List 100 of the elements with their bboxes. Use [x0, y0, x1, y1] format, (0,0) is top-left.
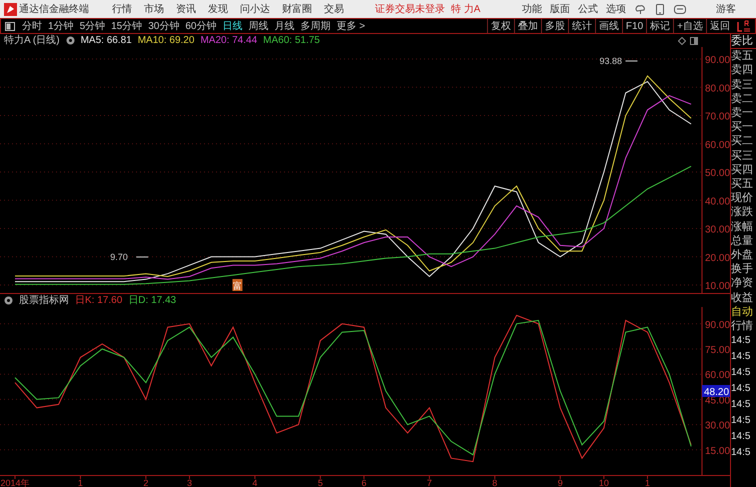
date-axis-label: 10 — [598, 478, 609, 487]
price-annotation: 93.88 — [599, 56, 638, 66]
price-annotation: 9.70 — [110, 252, 149, 262]
indicator-value: 日D: 17.43 — [128, 294, 176, 308]
price-axis-label: 20.00 — [705, 252, 730, 264]
trade-time: 14:5 — [731, 350, 752, 364]
quote-label: 净资 — [731, 276, 754, 291]
window-icon[interactable] — [690, 37, 698, 45]
period-tab[interactable]: 周线 — [246, 18, 272, 34]
quote-label: 买三 — [731, 148, 754, 163]
quote-label: 行情 — [731, 319, 754, 334]
period-tab[interactable]: 日线 — [220, 18, 246, 34]
menu-item[interactable]: 财富圈 — [277, 2, 317, 16]
indicator-axis-label: 75.00 — [705, 345, 730, 356]
period-tab[interactable]: 更多 > — [334, 18, 368, 34]
price-axis-label: 70.00 — [705, 112, 730, 122]
cloud-icon[interactable] — [635, 4, 646, 14]
trade-time: 14:5 — [731, 382, 752, 396]
login-status: 证券交易未登录 — [375, 2, 445, 16]
quote-label: 现价 — [731, 191, 754, 206]
price-axis-label: 60.00 — [705, 140, 730, 151]
trade-time: 14:5 — [731, 398, 752, 412]
price-axis-label: 50.00 — [705, 168, 730, 179]
toolbar-button[interactable]: 多股 — [540, 19, 568, 33]
tool-menu-item[interactable]: 版面 — [547, 2, 573, 16]
gear-icon[interactable] — [66, 36, 75, 45]
toolbar-button[interactable]: F10 — [622, 19, 646, 33]
period-tab[interactable]: 1分钟 — [45, 18, 77, 34]
date-axis-label: 7 — [426, 478, 432, 487]
quote-label: 外盘 — [731, 248, 754, 262]
annotation: 93.88 — [599, 56, 622, 66]
quote-label: 涨跌 — [731, 205, 754, 220]
date-axis-label: 6 — [361, 478, 366, 487]
quote-label: 委比 — [731, 34, 756, 50]
chart-title: 特力A (日线) — [4, 34, 60, 48]
tool-menu-item[interactable]: 选项 — [603, 2, 629, 16]
phone-icon[interactable] — [656, 4, 664, 14]
quote-label: 买五 — [731, 177, 754, 192]
quote-label: 卖二 — [731, 92, 754, 106]
menu-item[interactable]: 交易 — [319, 2, 349, 16]
toolbar-button[interactable]: 画线 — [594, 19, 622, 33]
price-axis-label: 90.00 — [705, 55, 730, 66]
toolbar-button[interactable]: 标记 — [646, 19, 674, 33]
menu-item[interactable]: 市场 — [139, 2, 169, 16]
date-axis-label: 3 — [186, 478, 192, 487]
quote-label: 自动 — [731, 304, 754, 320]
indicator-axis-label: 15.00 — [705, 446, 730, 457]
annotation: 9.70 — [110, 252, 128, 262]
gear-icon[interactable] — [4, 296, 13, 305]
message-icon[interactable] — [674, 4, 686, 14]
date-axis-label: 9 — [558, 478, 563, 487]
app-title: 通达信金融终端 — [19, 2, 89, 16]
trade-time: 14:5 — [731, 414, 752, 428]
menu-item[interactable]: 行情 — [107, 2, 137, 16]
quote-label: 买一 — [731, 120, 754, 134]
menu-item[interactable]: 发现 — [203, 2, 233, 16]
moving-average-value: MA60: 51.75 — [263, 34, 320, 48]
period-tab[interactable]: 月线 — [272, 18, 298, 34]
tool-menu-item[interactable]: 公式 — [575, 2, 601, 16]
toolbar-button[interactable]: +自选 — [673, 19, 706, 33]
menu-item[interactable]: 问小达 — [235, 2, 275, 16]
toolbar-button[interactable]: 叠加 — [514, 19, 541, 33]
toolbar-button[interactable]: 统计 — [568, 19, 595, 33]
quote-label: 卖三 — [731, 78, 754, 92]
date-axis-label: 1 — [78, 478, 83, 487]
date-axis-label: 5 — [318, 478, 323, 487]
quote-label: 收益 — [731, 290, 754, 305]
period-tab[interactable]: 5分钟 — [76, 18, 108, 34]
quote-label: 卖四 — [731, 63, 754, 78]
price-axis-label: 10.00 — [705, 281, 730, 292]
moving-average-value: MA10: 69.20 — [138, 34, 194, 48]
toolbar-button[interactable]: 复权 — [486, 19, 514, 33]
date-axis-label: 1 — [644, 478, 650, 487]
quote-label: 买四 — [731, 162, 754, 178]
user-label[interactable]: 游客 — [716, 2, 736, 16]
period-tab[interactable]: 30分钟 — [145, 18, 182, 34]
tool-menu-item[interactable]: 功能 — [519, 2, 545, 16]
price-axis-label: 40.00 — [705, 196, 730, 208]
level-logo-icon — [736, 20, 752, 32]
trade-time: 14:5 — [731, 366, 752, 380]
period-tab[interactable]: 60分钟 — [182, 18, 220, 34]
event-marker[interactable]: 富 — [232, 279, 242, 291]
indicator-name: 股票指标网 — [19, 294, 69, 308]
menu-item[interactable]: 资讯 — [171, 2, 201, 16]
date-axis-label: 2 — [143, 478, 148, 487]
date-axis-label: 2014年 — [0, 478, 30, 487]
panel-toggle-icon[interactable] — [5, 22, 15, 30]
diamond-icon[interactable] — [678, 37, 686, 45]
indicator-axis-label: 30.00 — [705, 420, 730, 432]
trade-time: 14:5 — [731, 334, 752, 348]
moving-average-value: MA20: 74.44 — [200, 34, 258, 48]
quote-label: 总量 — [731, 234, 754, 248]
indicator-axis-label: 90.00 — [705, 320, 730, 331]
toolbar-button[interactable]: 返回 — [706, 19, 733, 33]
quote-label: 卖一 — [731, 106, 754, 120]
period-tab[interactable]: 分时 — [19, 18, 45, 34]
moving-average-value: MA5: 66.81 — [80, 34, 132, 48]
price-axis-label: 30.00 — [705, 224, 730, 236]
period-tab[interactable]: 多周期 — [298, 18, 334, 34]
period-tab[interactable]: 15分钟 — [108, 18, 146, 34]
